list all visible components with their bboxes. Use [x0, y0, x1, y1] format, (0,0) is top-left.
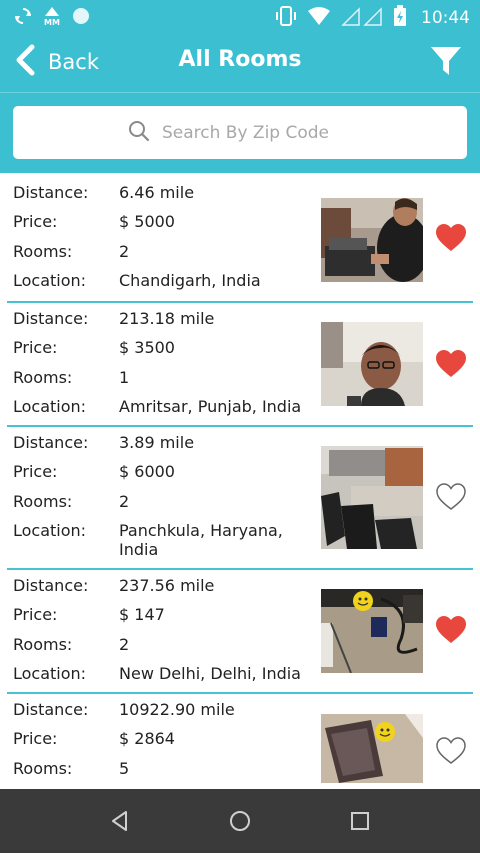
price-label: Price: [13, 605, 58, 625]
room-info: Distance: 237.56 mile Price: $ 147 Rooms: 2… [13, 576, 309, 693]
rooms-label: Rooms: [13, 241, 73, 261]
room-row[interactable]: Distance: 213.18 mile Price: $ 3500 Rooms:… [7, 303, 473, 427]
favorite-button[interactable] [435, 615, 467, 645]
price-label: Price: [13, 462, 58, 482]
filter-button[interactable] [430, 45, 462, 81]
price-value: $ 3500 [119, 338, 175, 358]
heart-filled-icon [435, 224, 467, 257]
distance-value: 237.56 mile [119, 576, 215, 595]
nav-back-button[interactable] [106, 807, 136, 835]
room-info: Distance: 10922.90 mile Price: $ 2864 Room… [13, 700, 309, 788]
distance-value: 10922.90 mile [119, 700, 235, 719]
distance-label: Distance: [13, 700, 89, 719]
location-value: Panchkula, Haryana, India [119, 520, 283, 559]
heart-filled-icon [435, 616, 467, 649]
price-label: Price: [13, 729, 58, 749]
room-info: Distance: 3.89 mile Price: $ 6000 Rooms: 2 … [13, 433, 309, 559]
battery-icon [393, 5, 407, 31]
distance-label: Distance: [13, 183, 89, 202]
distance-label: Distance: [13, 309, 89, 328]
rooms-value: 5 [119, 758, 130, 778]
price-value: $ 2864 [119, 729, 175, 749]
nav-recents-button[interactable] [346, 807, 376, 835]
nav-home-icon [226, 811, 254, 839]
status-time: 10:44 [421, 8, 470, 28]
room-row[interactable]: Distance: 6.46 mile Price: $ 5000 Rooms: 2 … [7, 173, 473, 303]
room-photo[interactable] [321, 589, 423, 673]
svg-text:MM: MM [44, 18, 60, 26]
location-label: Location: [13, 520, 87, 540]
search-icon [128, 120, 150, 146]
favorite-button[interactable] [435, 482, 467, 512]
location-value: Chandigarh, India [119, 270, 261, 290]
location-value: New Delhi, Delhi, India [119, 663, 301, 683]
room-photo[interactable] [321, 198, 423, 282]
room-row[interactable]: Distance: 3.89 mile Price: $ 6000 Rooms: 2 … [7, 427, 473, 570]
favorite-button[interactable] [435, 223, 467, 253]
rooms-label: Rooms: [13, 634, 73, 654]
rooms-label: Rooms: [13, 367, 73, 387]
distance-value: 6.46 mile [119, 183, 195, 202]
rooms-value: 1 [119, 367, 130, 387]
search-bar [0, 92, 480, 173]
rooms-label: Rooms: [13, 491, 73, 511]
rooms-value: 2 [119, 241, 130, 261]
search-box[interactable] [13, 106, 467, 159]
circle-icon [72, 7, 90, 29]
price-value: $ 147 [119, 605, 165, 625]
mm-icon: MM [42, 6, 62, 30]
room-row[interactable]: Distance: 237.56 mile Price: $ 147 Rooms: 2… [7, 570, 473, 694]
wifi-icon [307, 6, 331, 30]
room-photo[interactable] [321, 714, 423, 783]
heart-outline-icon [435, 483, 467, 516]
heart-filled-icon [435, 350, 467, 383]
location-label: Location: [13, 663, 87, 683]
room-photo[interactable] [321, 322, 423, 406]
distance-label: Distance: [13, 433, 89, 452]
location-label: Location: [13, 270, 87, 290]
distance-value: 3.89 mile [119, 433, 195, 452]
price-label: Price: [13, 338, 58, 358]
favorite-button[interactable] [435, 349, 467, 379]
app-bar: Back All Rooms [0, 34, 480, 92]
rooms-value: 2 [119, 491, 130, 511]
filter-icon [430, 47, 462, 81]
sync-icon [14, 7, 32, 29]
signal-icon [341, 6, 383, 30]
room-info: Distance: 6.46 mile Price: $ 5000 Rooms: 2 … [13, 183, 309, 300]
price-value: $ 6000 [119, 462, 175, 482]
location-value: Amritsar, Punjab, India [119, 396, 302, 416]
vibrate-icon [275, 5, 297, 31]
price-label: Price: [13, 212, 58, 232]
distance-label: Distance: [13, 576, 89, 595]
rooms-value: 2 [119, 634, 130, 654]
page-title: All Rooms [178, 47, 302, 72]
search-input[interactable] [162, 122, 352, 143]
room-photo[interactable] [321, 446, 423, 549]
status-bar: MM 10:44 [0, 0, 480, 34]
rooms-label: Rooms: [13, 758, 73, 778]
room-info: Distance: 213.18 mile Price: $ 3500 Rooms:… [13, 309, 309, 426]
favorite-button[interactable] [435, 736, 467, 766]
nav-recents-icon [346, 812, 374, 839]
nav-home-button[interactable] [226, 807, 256, 835]
distance-value: 213.18 mile [119, 309, 215, 328]
nav-back-icon [106, 811, 134, 839]
location-label: Location: [13, 396, 87, 416]
heart-outline-icon [435, 737, 467, 770]
room-list[interactable]: Distance: 6.46 mile Price: $ 5000 Rooms: 2 … [0, 173, 480, 789]
room-row[interactable]: Distance: 10922.90 mile Price: $ 2864 Room… [7, 694, 473, 789]
price-value: $ 5000 [119, 212, 175, 232]
system-nav-bar [0, 789, 480, 853]
